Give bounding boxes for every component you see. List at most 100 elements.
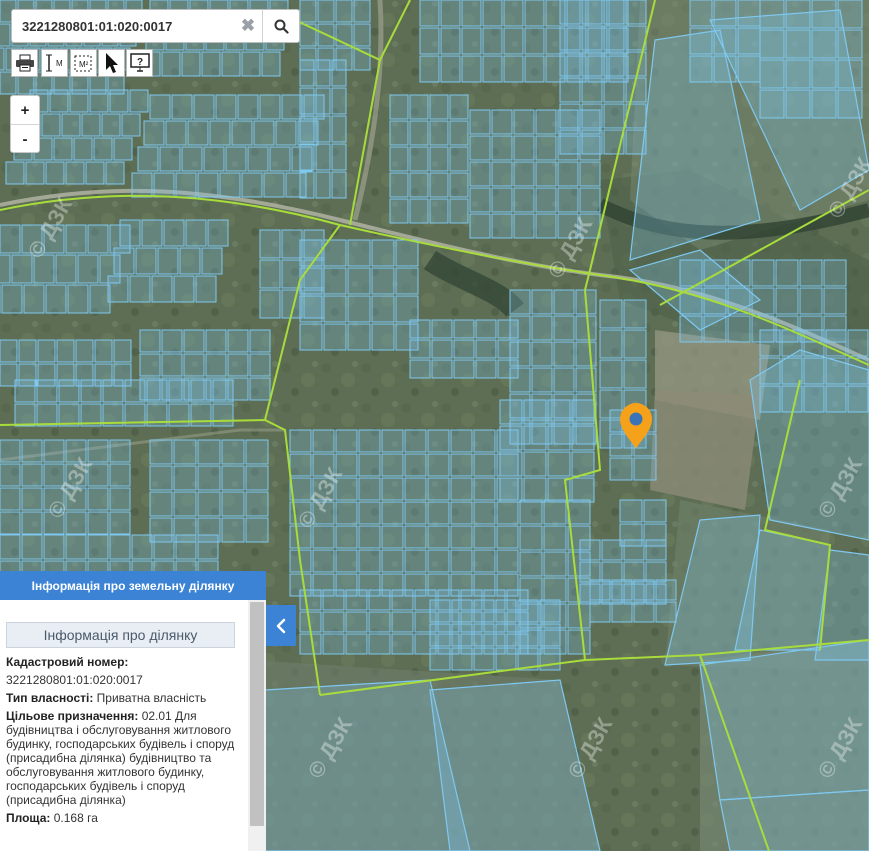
parcel[interactable] <box>581 77 603 103</box>
parcel[interactable] <box>65 511 87 535</box>
parcel[interactable] <box>559 77 581 103</box>
parcel[interactable] <box>55 254 77 284</box>
parcel[interactable] <box>227 377 249 401</box>
parcel[interactable] <box>93 137 113 161</box>
parcel[interactable] <box>601 561 623 583</box>
parcel[interactable] <box>496 501 519 525</box>
parcel[interactable] <box>389 172 409 198</box>
parcel[interactable] <box>368 611 391 633</box>
parcel[interactable] <box>94 339 113 363</box>
parcel[interactable] <box>825 329 847 357</box>
measure-area-button[interactable]: M² <box>70 49 97 77</box>
parcel[interactable] <box>775 287 799 315</box>
parcel[interactable] <box>519 525 543 551</box>
parcel[interactable] <box>149 491 173 517</box>
parcel[interactable] <box>427 453 450 477</box>
parcel[interactable] <box>469 187 491 213</box>
parcel[interactable] <box>197 491 221 517</box>
parcel[interactable] <box>461 55 482 83</box>
parcel[interactable] <box>619 499 643 523</box>
parcel[interactable] <box>440 55 461 83</box>
parcel[interactable] <box>173 275 195 303</box>
parcel[interactable] <box>371 267 395 295</box>
parcel[interactable] <box>131 172 153 198</box>
parcel[interactable] <box>429 120 449 146</box>
parcel[interactable] <box>73 137 93 161</box>
parcel[interactable] <box>475 319 497 339</box>
parcel[interactable] <box>37 339 56 363</box>
parcel[interactable] <box>727 315 751 343</box>
parcel[interactable] <box>0 363 18 387</box>
parcel[interactable] <box>0 511 21 535</box>
parcel[interactable] <box>473 599 495 623</box>
scrollbar-thumb[interactable] <box>250 602 264 826</box>
parcel[interactable] <box>183 329 205 353</box>
parcel[interactable] <box>391 589 414 611</box>
parcel[interactable] <box>87 534 109 560</box>
parcel[interactable] <box>599 329 623 359</box>
parcel[interactable] <box>221 439 245 465</box>
parcel[interactable] <box>0 487 21 511</box>
parcel[interactable] <box>381 501 404 525</box>
parcel[interactable] <box>523 451 547 477</box>
parcel[interactable] <box>0 224 21 254</box>
parcel[interactable] <box>523 477 547 503</box>
parcel[interactable] <box>263 172 285 198</box>
parcel[interactable] <box>195 275 217 303</box>
parcel[interactable] <box>205 329 227 353</box>
parcel[interactable] <box>331 59 347 87</box>
parcel[interactable] <box>65 161 85 185</box>
parcel[interactable] <box>0 534 21 560</box>
parcel[interactable] <box>109 439 131 463</box>
parcel[interactable] <box>579 161 601 187</box>
parcel[interactable] <box>496 549 519 573</box>
parcel[interactable] <box>461 27 482 55</box>
parcel[interactable] <box>404 501 427 525</box>
parcel[interactable] <box>513 187 535 213</box>
parcel[interactable] <box>395 239 419 267</box>
parcel[interactable] <box>21 487 43 511</box>
parcel[interactable] <box>389 146 409 172</box>
parcel[interactable] <box>41 113 61 137</box>
parcel[interactable] <box>75 339 94 363</box>
parcel[interactable] <box>517 623 539 647</box>
parcel[interactable] <box>655 579 677 601</box>
parcel[interactable] <box>531 315 553 341</box>
parcel[interactable] <box>429 623 451 647</box>
parcel[interactable] <box>18 339 37 363</box>
parcel[interactable] <box>113 339 132 363</box>
parcel[interactable] <box>450 549 473 573</box>
parcel[interactable] <box>440 27 461 55</box>
parcel[interactable] <box>69 89 89 113</box>
parcel[interactable] <box>499 451 523 477</box>
parcel[interactable] <box>475 359 497 379</box>
zoom-out-button[interactable]: - <box>11 125 39 153</box>
parcel[interactable] <box>225 146 247 172</box>
parcel[interactable] <box>523 425 547 451</box>
parcel[interactable] <box>139 329 161 353</box>
parcel[interactable] <box>322 611 345 633</box>
parcel[interactable] <box>473 429 496 453</box>
parcel[interactable] <box>227 353 249 377</box>
parcel[interactable] <box>322 633 345 655</box>
parcel[interactable] <box>56 339 75 363</box>
parcel[interactable] <box>212 403 234 427</box>
parcel[interactable] <box>535 187 557 213</box>
parcel[interactable] <box>205 353 227 377</box>
parcel[interactable] <box>312 429 335 453</box>
close-icon[interactable]: ✖ <box>234 10 262 42</box>
parcel[interactable] <box>119 219 141 247</box>
parcel[interactable] <box>77 254 99 284</box>
parcel[interactable] <box>89 284 111 314</box>
parcel[interactable] <box>381 477 404 501</box>
parcel[interactable] <box>581 25 603 51</box>
parcel[interactable] <box>473 477 496 501</box>
parcel[interactable] <box>345 611 368 633</box>
parcel[interactable] <box>409 172 429 198</box>
parcel[interactable] <box>299 589 322 611</box>
parcel[interactable] <box>575 341 597 367</box>
parcel[interactable] <box>149 465 173 491</box>
parcel[interactable] <box>391 611 414 633</box>
parcel[interactable] <box>427 525 450 549</box>
parcel[interactable] <box>36 403 58 427</box>
